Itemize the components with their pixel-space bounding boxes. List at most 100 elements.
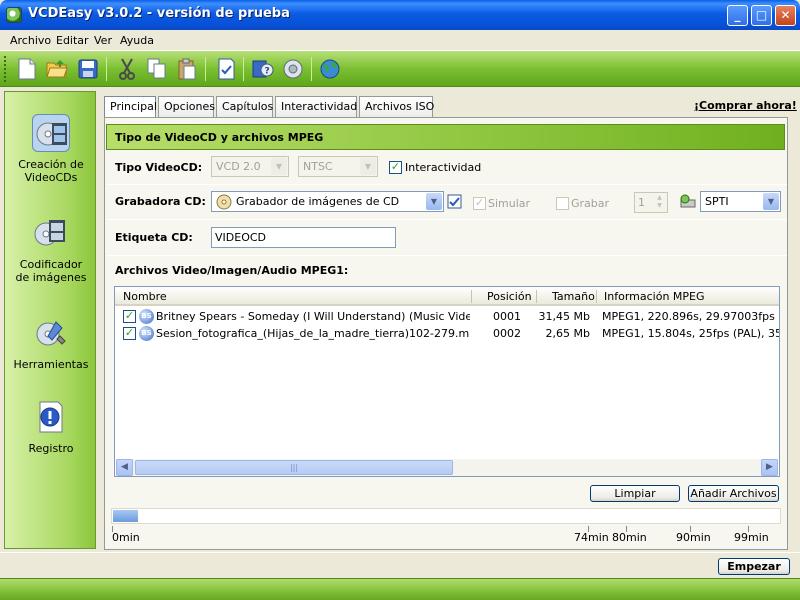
check-document-icon[interactable] <box>213 56 239 82</box>
clear-button[interactable]: Limpiar <box>590 485 680 502</box>
column-divider[interactable] <box>471 290 472 303</box>
capacity-label: 80min <box>612 531 647 544</box>
paste-icon[interactable] <box>174 56 200 82</box>
copy-icon[interactable] <box>144 56 170 82</box>
image-encoder-icon <box>32 214 70 252</box>
menu-archivo[interactable]: Archivo <box>10 34 51 47</box>
app-icon <box>6 7 22 23</box>
tab-archivos-iso[interactable]: Archivos ISO <box>359 96 434 117</box>
divider <box>107 219 787 220</box>
sidebar-item-label: Registro <box>28 442 74 455</box>
toolbar: ? <box>0 51 800 87</box>
file-position: 0002 <box>493 327 521 340</box>
mpeg-file-icon: BS <box>139 326 154 341</box>
interactividad-checkbox[interactable]: ✓ <box>389 161 402 174</box>
capacity-fill <box>113 510 138 522</box>
title-bar[interactable]: VCDEasy v3.0.2 - versión de prueba _ □ ✕ <box>0 0 800 30</box>
tipo-videocd-label: Tipo VideoCD: <box>115 161 203 174</box>
files-section-title: Archivos Video/Imagen/Audio MPEG1: <box>115 264 349 277</box>
menu-editar[interactable]: Editar <box>56 34 89 47</box>
column-tamano[interactable]: Tamaño <box>552 290 595 303</box>
recorder-select[interactable]: Grabador de imágenes de CD ▼ <box>211 191 444 212</box>
help-icon[interactable]: ? <box>250 56 276 82</box>
file-position: 0001 <box>493 310 521 323</box>
capacity-label: 90min <box>676 531 711 544</box>
file-list-header: Nombre Posición Tamaño Información MPEG <box>115 287 779 306</box>
file-name: Britney Spears - Someday (I Will Underst… <box>156 310 470 323</box>
file-mpeg-info: MPEG1, 15.804s, 25fps (PAL), 352x288 <box>602 327 779 340</box>
table-row[interactable]: ✓ BS Sesion_fotografica_(Hijas_de_la_mad… <box>115 325 779 342</box>
file-mpeg-info: MPEG1, 220.896s, 29.97003fps (NTSC), 352… <box>602 310 779 323</box>
open-folder-icon[interactable] <box>44 56 70 82</box>
cd-recorder-icon <box>216 194 232 211</box>
scroll-right-icon[interactable]: ▶ <box>761 459 778 476</box>
grabadora-cd-label: Grabadora CD: <box>115 195 206 208</box>
column-informacion-mpeg[interactable]: Información MPEG <box>604 290 705 303</box>
grabar-checkbox[interactable] <box>556 197 569 210</box>
cd-label-input[interactable]: VIDEOCD <box>211 227 396 248</box>
tab-opciones[interactable]: Opciones <box>158 96 215 117</box>
horizontal-scrollbar[interactable]: ◀ ||| ▶ <box>116 459 778 476</box>
menu-ayuda[interactable]: Ayuda <box>120 34 154 47</box>
sidebar-item-herramientas[interactable]: Herramientas <box>5 314 97 371</box>
mpeg-file-icon: BS <box>139 309 154 324</box>
column-posicion[interactable]: Posición <box>487 290 532 303</box>
sidebar-item-creacion-videocds[interactable]: Creación de VideoCDs <box>5 114 97 184</box>
cut-icon[interactable] <box>114 56 140 82</box>
scroll-left-icon[interactable]: ◀ <box>116 459 133 476</box>
toolbar-separator <box>205 57 206 81</box>
recorder-properties-icon[interactable] <box>447 194 462 209</box>
disc-capacity-bar <box>111 508 781 524</box>
web-globe-icon[interactable] <box>317 56 343 82</box>
tab-principal[interactable]: Principal <box>104 96 157 118</box>
file-list[interactable]: Nombre Posición Tamaño Información MPEG … <box>114 286 780 477</box>
divider <box>107 255 787 256</box>
chevron-down-icon: ▼ <box>763 193 779 210</box>
column-nombre[interactable]: Nombre <box>123 290 167 303</box>
simular-checkbox[interactable]: ✓ <box>473 197 486 210</box>
status-bar <box>0 578 800 600</box>
table-row[interactable]: ✓ BS Britney Spears - Someday (I Will Un… <box>115 308 779 325</box>
tools-icon <box>32 314 70 352</box>
interface-select[interactable]: SPTI ▼ <box>700 191 781 212</box>
window-title: VCDEasy v3.0.2 - versión de prueba <box>28 6 290 21</box>
copies-spinner[interactable]: 1 ▲ ▼ <box>634 192 668 213</box>
minimize-button[interactable]: _ <box>727 5 748 26</box>
divider <box>107 184 787 185</box>
simular-label: Simular <box>488 197 531 210</box>
file-size: 2,65 Mb <box>545 327 590 340</box>
capacity-label: 74min <box>574 531 609 544</box>
close-button[interactable]: ✕ <box>775 5 796 26</box>
row-checkbox[interactable]: ✓ <box>123 310 136 323</box>
toolbar-grip[interactable] <box>4 56 7 82</box>
add-files-button[interactable]: Añadir Archivos <box>688 485 779 502</box>
sidebar-item-label: de imágenes <box>15 271 87 284</box>
sidebar-item-label: Creación de <box>18 158 84 171</box>
maximize-button[interactable]: □ <box>751 5 772 26</box>
sidebar-item-registro[interactable]: Registro <box>5 398 97 455</box>
interactividad-label: Interactividad <box>405 161 482 174</box>
tv-standard-value: NTSC <box>303 160 333 173</box>
sidebar-item-label: Codificador <box>19 258 83 271</box>
file-name: Sesion_fotografica_(Hijas_de_la_madre_ti… <box>156 327 470 340</box>
new-file-icon[interactable] <box>14 56 40 82</box>
vcd-format-select[interactable]: VCD 2.0 ▼ <box>211 156 289 177</box>
column-divider[interactable] <box>536 290 537 303</box>
tv-standard-select[interactable]: NTSC ▼ <box>298 156 378 177</box>
grabar-label: Grabar <box>571 197 610 210</box>
start-button[interactable]: Empezar <box>718 558 790 575</box>
menu-ver[interactable]: Ver <box>94 34 112 47</box>
column-divider[interactable] <box>596 290 597 303</box>
spinner-arrows-icon[interactable]: ▲ ▼ <box>653 194 666 211</box>
tab-capitulos[interactable]: Capítulos <box>216 96 273 117</box>
row-checkbox[interactable]: ✓ <box>123 327 136 340</box>
buy-now-link[interactable]: ¡Comprar ahora! <box>694 99 797 112</box>
tab-interactividad[interactable]: Interactividad <box>275 96 357 117</box>
toolbar-separator <box>311 57 312 81</box>
support-icon[interactable] <box>280 56 306 82</box>
capacity-label: 0min <box>112 531 140 544</box>
save-icon[interactable] <box>75 56 101 82</box>
scroll-thumb[interactable]: ||| <box>135 460 453 475</box>
bottom-bar: Empezar <box>0 552 800 578</box>
sidebar-item-codificador-imagenes[interactable]: Codificador de imágenes <box>5 214 97 284</box>
